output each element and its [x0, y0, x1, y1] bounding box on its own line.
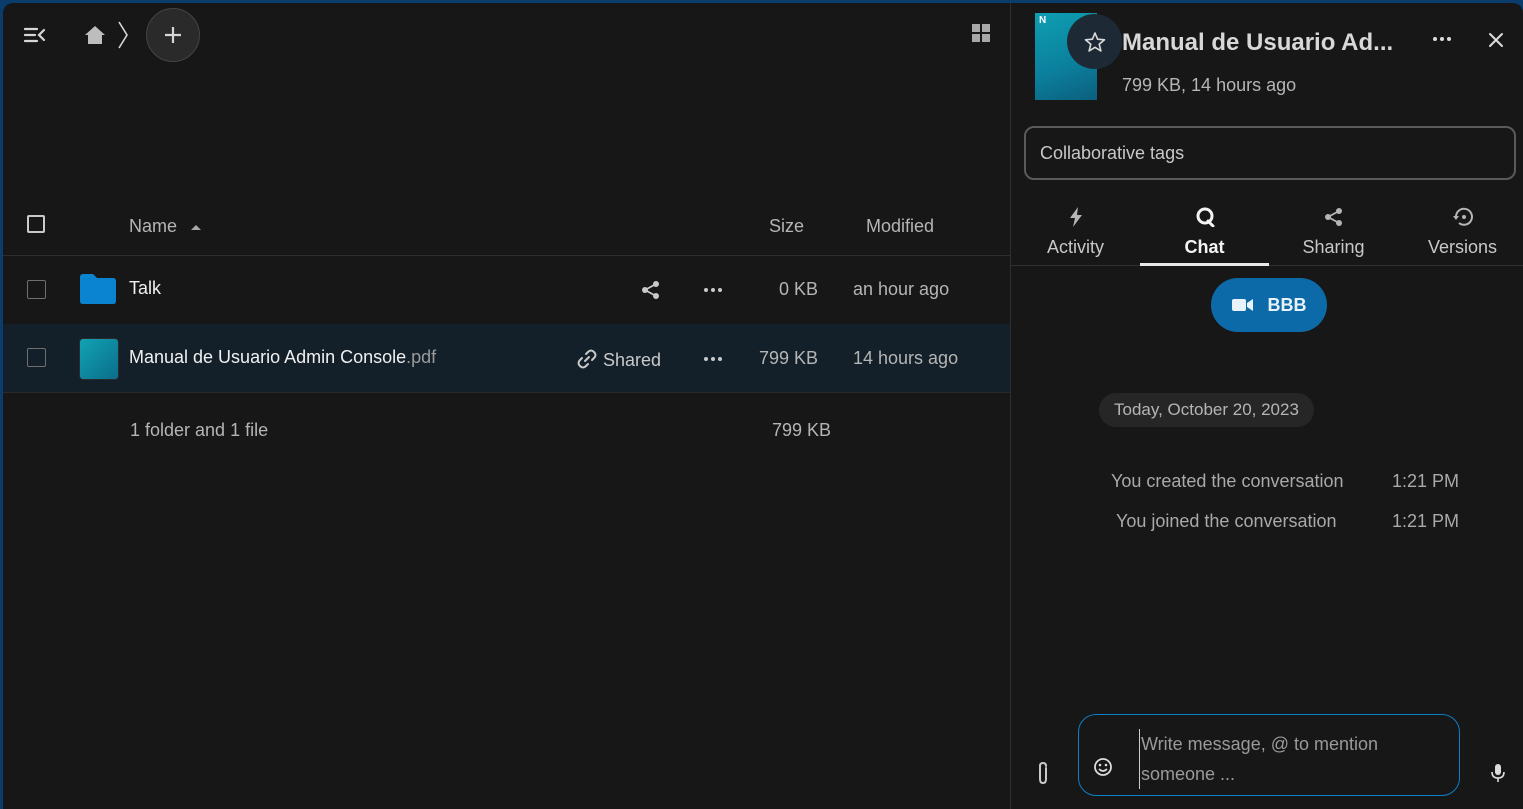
tab-sharing-label: Sharing: [1302, 237, 1365, 257]
details-sidebar: N Manual de Usuario Ad... 799 KB, 14 hou…: [1010, 3, 1523, 809]
select-all-checkbox[interactable]: [27, 215, 45, 233]
system-message-text: You joined the conversation: [1116, 511, 1337, 531]
file-size: 799 KB: [759, 348, 819, 368]
close-icon[interactable]: [1479, 23, 1513, 57]
file-name[interactable]: Manual de Usuario Admin Console.pdf: [129, 347, 436, 368]
attachment-icon[interactable]: [1031, 758, 1055, 788]
file-count-summary: 1 folder and 1 file: [130, 420, 269, 440]
tab-versions-label: Versions: [1427, 237, 1498, 257]
file-name[interactable]: Talk: [129, 278, 161, 299]
file-modified: an hour ago: [853, 279, 950, 299]
shared-button[interactable]: Shared: [577, 349, 661, 371]
tab-versions[interactable]: Versions: [1398, 193, 1523, 265]
tab-activity[interactable]: Activity: [1011, 193, 1140, 265]
more-actions-icon[interactable]: [700, 347, 726, 371]
row-checkbox[interactable]: [27, 348, 46, 367]
modified-column-header[interactable]: Modified: [866, 216, 934, 237]
message-input-placeholder: Write message, @ to mention someone ...: [1139, 729, 1441, 789]
bbb-call-label: BBB: [1267, 294, 1307, 315]
collaborative-tags-input[interactable]: Collaborative tags: [1024, 126, 1516, 180]
file-extension: .pdf: [406, 347, 437, 367]
system-message-time: 1:21 PM: [1392, 471, 1460, 491]
chat-bubble-icon: [1196, 207, 1214, 227]
sidebar-more-icon[interactable]: [1424, 25, 1460, 53]
sidebar-tabs: Activity Chat Sharing Versions: [1011, 193, 1523, 266]
pdf-thumbnail-icon: [79, 338, 119, 380]
size-column-header[interactable]: Size: [769, 216, 804, 237]
name-column-label: Name: [129, 216, 178, 236]
tab-chat[interactable]: Chat: [1140, 193, 1269, 266]
files-view: Name Size Modified Talk 0 KB an hour ago: [3, 3, 1010, 809]
date-separator: Today, October 20, 2023: [1099, 393, 1314, 427]
file-modified: 14 hours ago: [853, 348, 959, 368]
share-icon: [1324, 208, 1342, 226]
sidebar-file-title: Manual de Usuario Ad...: [1122, 29, 1394, 56]
name-column-header[interactable]: Name: [129, 216, 202, 237]
message-input[interactable]: Write message, @ to mention someone ...: [1078, 714, 1460, 796]
app-frame: Name Size Modified Talk 0 KB an hour ago: [3, 3, 1523, 809]
table-row[interactable]: Talk 0 KB an hour ago: [3, 256, 1010, 325]
favorite-star-icon[interactable]: [1067, 14, 1122, 69]
file-name-base: Talk: [129, 278, 162, 298]
tab-chat-label: Chat: [1184, 237, 1225, 257]
preview-logo-icon: N: [1039, 15, 1047, 26]
system-message-text: You created the conversation: [1111, 471, 1344, 491]
file-size: 0 KB: [779, 279, 819, 299]
more-actions-icon[interactable]: [700, 278, 726, 302]
bbb-call-button[interactable]: BBB: [1211, 278, 1327, 332]
table-row[interactable]: Manual de Usuario Admin Console.pdf Shar…: [3, 324, 1010, 393]
grid-view-icon[interactable]: [963, 15, 999, 51]
file-list-header: Name Size Modified: [3, 199, 1010, 256]
navigation-toggle-icon[interactable]: [17, 17, 53, 53]
microphone-icon[interactable]: [1486, 760, 1510, 786]
tab-sharing[interactable]: Sharing: [1269, 193, 1398, 265]
system-message-time: 1:21 PM: [1392, 511, 1460, 531]
new-button[interactable]: [146, 8, 200, 62]
shared-label: Shared: [603, 350, 662, 370]
emoji-icon[interactable]: [1093, 757, 1117, 781]
home-icon[interactable]: [77, 17, 113, 53]
history-icon: [1452, 207, 1473, 226]
video-camera-icon: [1231, 299, 1253, 311]
sidebar-file-subtitle: 799 KB, 14 hours ago: [1122, 75, 1297, 95]
row-checkbox[interactable]: [27, 280, 46, 299]
sort-ascending-icon: [191, 225, 202, 231]
total-size-summary: 799 KB: [772, 420, 832, 440]
lightning-icon: [1069, 207, 1082, 227]
file-name-base: Manual de Usuario Admin Console: [129, 347, 407, 367]
folder-icon: [80, 274, 116, 304]
breadcrumb-separator-icon: [113, 17, 133, 53]
link-icon: [577, 349, 597, 369]
tab-activity-label: Activity: [1046, 237, 1104, 257]
share-icon[interactable]: [638, 278, 664, 302]
